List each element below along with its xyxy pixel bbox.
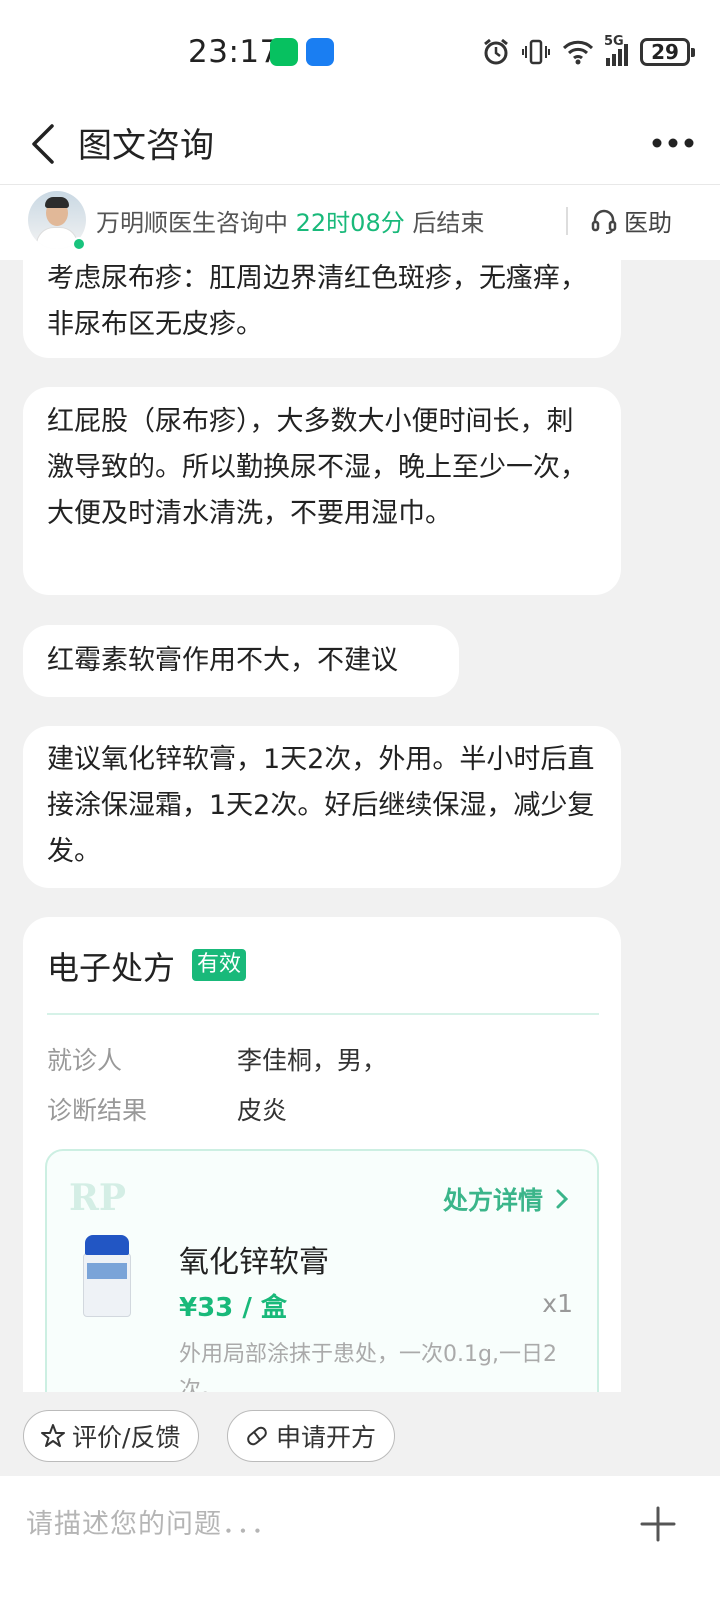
- review-feedback-label: 评价/反馈: [72, 1423, 181, 1452]
- consult-status-prefix: 万明顺医生咨询中: [96, 209, 296, 237]
- message-input-bar: [0, 1476, 720, 1600]
- message-bubble: 考虑尿布疹：肛周边界清红色斑疹，无瘙痒，非尿布区无皮疹。: [23, 260, 621, 358]
- quick-actions: 评价/反馈 申请开方: [0, 1392, 720, 1476]
- consult-remaining-time: 22时08分: [295, 209, 405, 237]
- divider: [566, 207, 568, 235]
- prescription-title: 电子处方: [47, 949, 176, 987]
- drug-usage: 外用局部涂抹于患处，一次0.1g,一日2次。: [179, 1342, 557, 1392]
- drug-item[interactable]: RP 处方详情 氧化锌软膏 ¥33 / 盒 x1 外用局部涂抹于患处，一次0.1…: [45, 1149, 599, 1392]
- headset-icon: [591, 209, 617, 234]
- chevron-right-icon: [556, 1189, 569, 1209]
- request-prescription-label: 申请开方: [276, 1423, 377, 1452]
- patient-value: 李佳桐，男，: [237, 1046, 388, 1075]
- chat-thread[interactable]: 考虑尿布疹：肛周边界清红色斑疹，无瘙痒，非尿布区无皮疹。 红屁股（尿布疹），大多…: [0, 260, 720, 1392]
- message-bubble: 红霉素软膏作用不大，不建议: [23, 625, 459, 697]
- network-type: 5G: [604, 34, 624, 49]
- status-time: 23:17: [188, 34, 280, 70]
- patient-label: 就诊人: [47, 1046, 123, 1075]
- message-bubble: 红屁股（尿布疹），大多数大小便时间长，刺激导致的。所以勤换尿不湿，晚上至少一次，…: [23, 387, 621, 595]
- alarm-icon: [484, 38, 508, 65]
- review-feedback-button[interactable]: 评价/反馈: [23, 1410, 200, 1462]
- page-title: 图文咨询: [78, 126, 214, 166]
- chevron-left-icon[interactable]: [24, 116, 64, 172]
- consult-status-bar: 万明顺医生咨询中 22时08分 后结束 医助: [0, 184, 720, 260]
- pill-icon: [247, 1426, 267, 1446]
- detail-link-label: 处方详情: [442, 1186, 543, 1215]
- consult-status-suffix: 后结束: [404, 209, 485, 237]
- signal-5g-icon: 5G: [604, 34, 628, 66]
- drug-image: [83, 1235, 131, 1319]
- consultation-page: 23:17 5G 29 图文咨询 万明顺医生咨询中 22时08分 后结束 医助 …: [0, 0, 720, 1600]
- star-outline-icon: [41, 1424, 65, 1447]
- wechat-icon: [270, 38, 298, 66]
- wifi-icon: [562, 40, 594, 65]
- status-bar: 23:17 5G 29: [0, 0, 720, 104]
- battery-indicator: 29: [640, 38, 695, 66]
- drug-name: 氧化锌软膏: [179, 1245, 329, 1280]
- prescription-detail-link[interactable]: 处方详情: [443, 1181, 569, 1217]
- drug-quantity: x1: [542, 1289, 573, 1318]
- rp-logo: RP: [69, 1177, 126, 1219]
- consult-status-text: 万明顺医生咨询中 22时08分 后结束: [96, 203, 484, 238]
- prescription-card[interactable]: 电子处方 有效 就诊人 李佳桐，男， 诊断结果 皮炎 RP 处方详情 氧化锌软膏…: [23, 917, 621, 1392]
- status-badge: 有效: [192, 949, 247, 981]
- plus-icon[interactable]: [640, 1506, 676, 1542]
- diagnosis-label: 诊断结果: [47, 1096, 148, 1125]
- online-status-dot: [72, 237, 86, 251]
- diagnosis-value: 皮炎: [237, 1096, 288, 1125]
- more-dots-icon[interactable]: [650, 128, 696, 158]
- nav-header: 图文咨询: [0, 104, 720, 184]
- assistant-button[interactable]: 医助: [590, 203, 672, 238]
- request-prescription-button[interactable]: 申请开方: [227, 1410, 396, 1462]
- browser-icon: [306, 38, 334, 66]
- divider: [47, 1013, 599, 1015]
- drug-price: ¥33 / 盒: [179, 1293, 287, 1323]
- assistant-label: 医助: [624, 209, 672, 237]
- vibrate-icon: [522, 39, 550, 65]
- message-input[interactable]: [26, 1502, 596, 1546]
- message-bubble: 建议氧化锌软膏，1天2次，外用。半小时后直接涂保湿霜，1天2次。好后继续保湿，减…: [23, 726, 621, 888]
- status-icons: 5G 29: [482, 34, 695, 70]
